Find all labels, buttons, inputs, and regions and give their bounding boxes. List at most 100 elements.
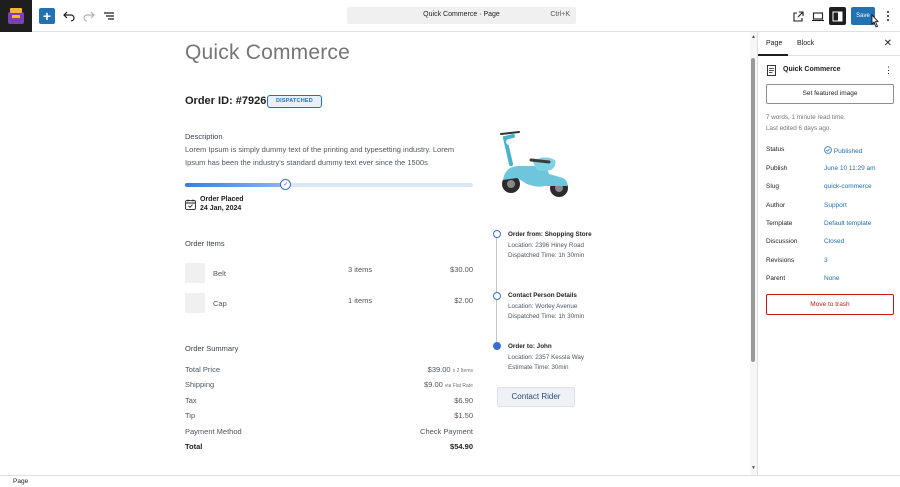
order-progress-fill <box>185 183 286 187</box>
summary-label: Tax <box>185 396 197 405</box>
published-check-icon <box>824 146 832 154</box>
summary-note: via Flat Rate <box>444 383 473 389</box>
status-bar-breadcrumb[interactable]: Page <box>13 478 28 485</box>
summary-value: $39.00 <box>427 365 451 374</box>
move-to-trash-button[interactable]: Move to trash <box>766 294 894 315</box>
property-key: Parent <box>766 275 786 282</box>
property-key: Discussion <box>766 238 798 245</box>
site-logo-icon[interactable] <box>0 0 32 32</box>
timeline-dot <box>493 230 501 238</box>
property-value[interactable]: None <box>824 275 840 282</box>
scooter-image <box>500 131 568 197</box>
summary-value: $54.90 <box>450 442 473 451</box>
timeline-step: Order to: John Location: 2357 Kessla Way… <box>508 342 598 374</box>
property-key: Author <box>766 202 786 209</box>
timeline-step-line: Estimate Time: 30min <box>508 364 569 371</box>
status-bar: Page <box>0 475 900 487</box>
description-text[interactable]: Lorem Ipsum is simply dummy text of the … <box>185 144 475 169</box>
property-value: Published <box>833 148 863 155</box>
timeline-step: Order from: Shopping Store Location: 239… <box>508 230 598 262</box>
page-icon <box>767 65 776 76</box>
summary-note: x 2 Items <box>452 368 473 374</box>
timeline-step-title: Order from: Shopping Store <box>508 231 592 238</box>
more-options-icon[interactable] <box>880 8 896 24</box>
item-quantity: 1 items <box>348 296 373 305</box>
read-time-text: 7 words, 1 minute read time. <box>766 114 846 121</box>
description-label: Description <box>185 132 223 141</box>
property-key: Status <box>766 146 785 153</box>
summary-label: Shipping <box>185 380 215 389</box>
summary-label: Total Price <box>185 365 221 374</box>
add-block-button[interactable]: + <box>39 8 55 24</box>
timeline-step: Contact Person Details Location: Worley … <box>508 291 598 323</box>
property-value[interactable]: Support <box>824 202 847 209</box>
item-name: Cap <box>213 299 227 308</box>
settings-sidebar-toggle-icon[interactable] <box>829 7 846 25</box>
active-tab-indicator <box>758 54 788 56</box>
summary-label: Total <box>185 442 203 451</box>
summary-label: Payment Method <box>185 427 242 436</box>
scrollbar-thumb[interactable] <box>751 58 755 362</box>
document-actions-icon[interactable]: ⋮ <box>884 65 893 76</box>
item-name: Belt <box>213 269 226 278</box>
order-progress-bar <box>185 183 473 187</box>
canvas-scrollbar[interactable]: ▲ ▼ <box>750 32 757 475</box>
order-placed-date: 24 Jan, 2024 <box>200 205 242 212</box>
item-price: $2.00 <box>454 296 473 305</box>
summary-label: Tip <box>185 411 196 420</box>
timeline-dot <box>493 292 501 300</box>
external-link-icon[interactable] <box>790 8 806 24</box>
timeline-step-line: Location: 2357 Kessla Way <box>508 353 585 361</box>
calendar-check-icon <box>185 199 196 210</box>
tab-block[interactable]: Block <box>797 40 814 47</box>
timeline-step-title: Contact Person Details <box>508 292 577 299</box>
summary-value: $1.50 <box>454 411 473 420</box>
editor-canvas: Quick Commerce Order ID: #7926 DISPATCHE… <box>0 32 750 475</box>
order-id-heading[interactable]: Order ID: #7926 <box>185 95 266 107</box>
order-items-label: Order Items <box>185 239 225 248</box>
progress-check-icon: ✓ <box>280 179 292 190</box>
summary-value: $9.00 <box>424 380 443 389</box>
item-quantity: 3 items <box>348 265 373 274</box>
status-badge: DISPATCHED <box>267 95 322 108</box>
item-price: $30.00 <box>450 265 473 274</box>
timeline-dot-current <box>493 342 501 350</box>
command-title: Quick Commerce · Page <box>423 11 500 18</box>
scroll-down-icon[interactable]: ▼ <box>751 465 756 471</box>
order-placed-label: Order Placed <box>200 196 244 203</box>
property-value[interactable]: 3 <box>824 257 828 264</box>
editor-toolbar: + Quick Commerce · Page Ctrl+K Save <box>0 0 900 32</box>
settings-sidebar: Page Block ✕ Quick Commerce ⋮ Set featur… <box>757 32 900 475</box>
property-value[interactable]: Default template <box>824 220 871 227</box>
preview-desktop-icon[interactable] <box>810 8 826 24</box>
property-key: Revisions <box>766 257 795 264</box>
redo-icon[interactable] <box>81 8 97 24</box>
property-key: Slug <box>766 183 780 190</box>
contact-rider-button[interactable]: Contact Rider <box>497 387 575 407</box>
summary-value: $6.90 <box>454 396 473 405</box>
summary-value: Check Payment <box>420 427 473 436</box>
close-icon[interactable]: ✕ <box>884 38 892 49</box>
document-overview-icon[interactable] <box>101 8 117 24</box>
property-value[interactable]: June 10 11:29 am <box>824 165 876 172</box>
document-summary: Quick Commerce ⋮ <box>767 65 893 77</box>
property-value[interactable]: Closed <box>824 238 844 245</box>
tab-page[interactable]: Page <box>766 40 782 47</box>
timeline-step-line: Location: 2396 Hiney Road <box>508 241 584 249</box>
order-summary-label: Order Summary <box>185 344 239 353</box>
set-featured-image-button[interactable]: Set featured image <box>766 84 894 104</box>
property-key: Publish <box>766 165 788 172</box>
timeline-step-title: Order to: John <box>508 343 552 350</box>
timeline-step-line: Dispatched Time: 1h 30min <box>508 313 585 320</box>
last-edited-text: Last edited 6 days ago. <box>766 125 832 132</box>
property-value[interactable]: quick-commerce <box>824 183 872 190</box>
scroll-up-icon[interactable]: ▲ <box>751 34 756 40</box>
page-title[interactable]: Quick Commerce <box>185 41 350 65</box>
timeline-step-line: Location: Worley Avenue <box>508 302 578 310</box>
property-key: Template <box>766 220 793 227</box>
item-thumbnail <box>185 293 205 313</box>
command-palette-bar[interactable]: Quick Commerce · Page Ctrl+K <box>347 7 576 24</box>
timeline-step-line: Dispatched Time: 1h 30min <box>508 252 585 259</box>
undo-icon[interactable] <box>61 8 77 24</box>
property-value-status[interactable]: Published <box>824 146 862 155</box>
